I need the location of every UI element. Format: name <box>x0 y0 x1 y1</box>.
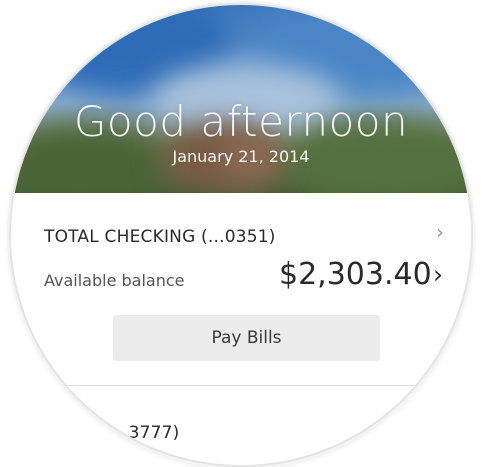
magnified-view: Good afternoon January 21, 2014 TOTAL CH… <box>11 5 471 465</box>
app-screen: Good afternoon January 21, 2014 TOTAL CH… <box>0 0 483 467</box>
chevron-right-icon[interactable]: › <box>433 260 443 289</box>
account-name[interactable]: TOTAL CHECKING (...0351) <box>44 227 276 247</box>
greeting-date: January 21, 2014 <box>172 147 310 166</box>
chevron-right-icon[interactable]: › <box>436 220 444 244</box>
balance-amount[interactable]: $2,303.40 <box>279 257 432 292</box>
pay-bills-button[interactable]: Pay Bills <box>113 315 380 361</box>
greeting-banner: Good afternoon January 21, 2014 <box>11 5 471 193</box>
divider <box>11 385 471 386</box>
account-name[interactable]: VINGS (...3777) <box>45 423 179 443</box>
balance-label: Available balance <box>44 271 185 290</box>
greeting-title: Good afternoon <box>73 97 409 146</box>
